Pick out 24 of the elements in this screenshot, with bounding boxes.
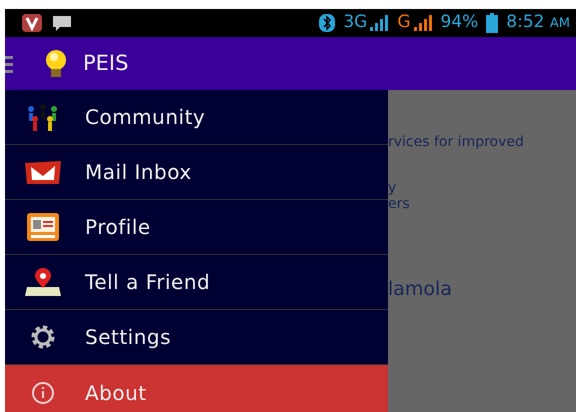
network-type: G: [397, 11, 410, 34]
battery-icon: [486, 13, 498, 33]
body-text: y: [388, 180, 398, 196]
menu-icon: [5, 54, 13, 74]
menu-item[interactable]: Community: [5, 90, 388, 145]
body-text: rvices for improved: [388, 134, 525, 150]
menu-item[interactable]: About: [5, 365, 388, 412]
app-icon: [21, 13, 43, 33]
signal-icon: [412, 13, 432, 33]
lightbulb-icon: [43, 48, 69, 78]
chat-icon: [51, 13, 73, 33]
app-title: PEIS: [83, 50, 128, 77]
battery-percent: 94%: [440, 11, 478, 34]
menu-item[interactable]: Profile: [5, 200, 388, 255]
map-pin-icon: [23, 267, 63, 297]
menu-item[interactable]: Tell a Friend: [5, 255, 388, 310]
clock-period: AM: [550, 16, 570, 32]
signal-icon: [369, 13, 390, 33]
menu-item[interactable]: Mail Inbox: [5, 145, 388, 200]
bluetooth-icon: [319, 13, 336, 33]
clock-time: 8:52: [506, 12, 544, 32]
body-text: lamola: [388, 278, 453, 300]
network-type: 3G: [343, 11, 368, 34]
body-text: ers: [388, 196, 411, 212]
